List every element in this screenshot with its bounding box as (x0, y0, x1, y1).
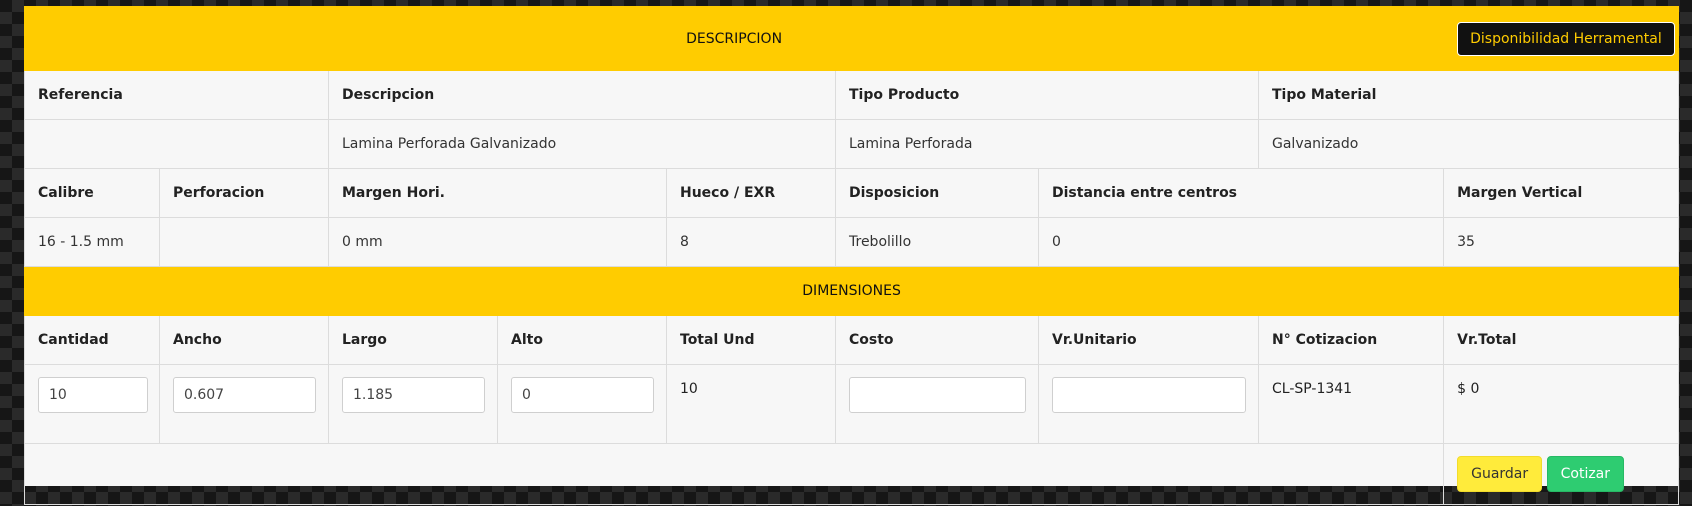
header-largo: Largo (328, 315, 498, 365)
value-distancia-centros: 0 (1037, 217, 1445, 267)
quote-button[interactable]: Cotizar (1546, 456, 1625, 492)
header-referencia: Referencia (24, 70, 329, 120)
save-button[interactable]: Guardar (1457, 456, 1543, 492)
header-alto: Alto (497, 315, 667, 365)
quote-table: DESCRIPCION Disponibilidad Herramental R… (23, 6, 1680, 505)
product-header-row: Referencia Descripcion Tipo Producto Tip… (24, 70, 1680, 120)
value-margen-hori: 0 mm (328, 217, 667, 267)
value-cotizacion: CL-SP-1341 (1257, 364, 1445, 444)
header-descripcion: Descripcion (328, 70, 836, 120)
value-tipo-producto: Lamina Perforada (835, 119, 1259, 169)
specs-header-row: Calibre Perforacion Margen Hori. Hueco /… (24, 168, 1680, 218)
descripcion-title: DESCRIPCION (23, 6, 1445, 71)
alto-input[interactable] (511, 377, 654, 413)
header-vr-total: Vr.Total (1443, 315, 1680, 365)
value-tipo-material: Galvanizado (1257, 119, 1680, 169)
costo-input[interactable] (849, 377, 1026, 413)
header-tipo-material: Tipo Material (1257, 70, 1680, 120)
header-vr-unitario: Vr.Unitario (1038, 315, 1259, 365)
header-total-und: Total Und (666, 315, 836, 365)
header-costo: Costo (835, 315, 1039, 365)
value-margen-vertical: 35 (1443, 217, 1680, 267)
vr-unitario-input[interactable] (1052, 377, 1246, 413)
header-calibre: Calibre (24, 168, 160, 218)
product-value-row: Lamina Perforada Galvanizado Lamina Perf… (24, 119, 1680, 169)
header-cantidad: Cantidad (24, 315, 160, 365)
ancho-input[interactable] (173, 377, 316, 413)
header-cotizacion: N° Cotizacion (1257, 315, 1445, 365)
largo-input[interactable] (342, 377, 485, 413)
tool-availability-button[interactable]: Disponibilidad Herramental (1457, 21, 1675, 56)
dimensiones-title: DIMENSIONES (23, 266, 1680, 316)
header-margen-vertical: Margen Vertical (1443, 168, 1680, 218)
value-referencia (24, 119, 329, 169)
cantidad-input[interactable] (38, 377, 148, 413)
header-margen-hori: Margen Hori. (328, 168, 667, 218)
value-descripcion: Lamina Perforada Galvanizado (328, 119, 836, 169)
specs-value-row: 16 - 1.5 mm 0 mm 8 Trebolillo 0 35 (24, 217, 1680, 267)
value-calibre: 16 - 1.5 mm (24, 217, 160, 267)
descripcion-band: DESCRIPCION Disponibilidad Herramental (23, 6, 1680, 71)
dimensions-header-row: Cantidad Ancho Largo Alto Total Und Cost… (24, 315, 1680, 365)
header-perforacion: Perforacion (159, 168, 329, 218)
actions-row: Guardar Cotizar (23, 443, 1680, 505)
quote-panel: DESCRIPCION Disponibilidad Herramental R… (23, 6, 1680, 505)
header-tipo-producto: Tipo Producto (835, 70, 1259, 120)
value-perforacion (159, 217, 329, 267)
dimensiones-band: DIMENSIONES (23, 266, 1680, 316)
value-vr-total: $ 0 (1443, 364, 1680, 444)
dimensions-input-row: 10 CL-SP-1341 $ 0 (24, 364, 1680, 444)
value-hueco-exr: 8 (666, 217, 836, 267)
value-disposicion: Trebolillo (835, 217, 1039, 267)
value-total-und: 10 (666, 364, 836, 444)
header-disposicion: Disposicion (835, 168, 1039, 218)
header-distancia-centros: Distancia entre centros (1037, 168, 1445, 218)
header-hueco-exr: Hueco / EXR (666, 168, 836, 218)
header-ancho: Ancho (159, 315, 329, 365)
